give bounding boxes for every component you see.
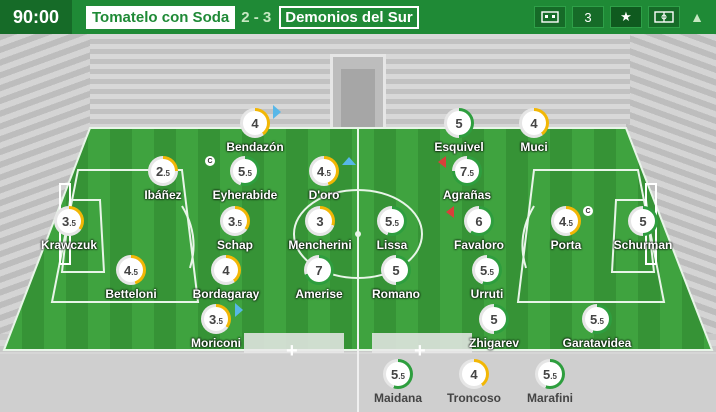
- pitch-icon[interactable]: [648, 6, 680, 28]
- player-rating-value: 5.5: [386, 362, 410, 386]
- player-rating-badge: 3: [305, 206, 335, 236]
- player-rating-value: 2.5: [151, 159, 175, 183]
- sub-out-flag-icon: [438, 156, 446, 168]
- player-name: Agrañas: [442, 188, 492, 202]
- star-label: ★: [620, 9, 632, 24]
- captain-badge-icon: C: [583, 206, 593, 216]
- sub-in-flag-icon: [235, 303, 243, 317]
- player-rating-badge: 5.5: [582, 304, 612, 334]
- player-rating-value: 5.5: [475, 258, 499, 282]
- player-name: Moriconi: [191, 336, 241, 350]
- away-team-name[interactable]: Demonios del Sur: [279, 5, 419, 29]
- player-rating-value: 4.5: [554, 209, 578, 233]
- player-name: Urruti: [470, 287, 504, 301]
- shirt-number-icon[interactable]: 3: [572, 6, 604, 28]
- player-rating-value: 4: [243, 111, 267, 135]
- player-rating-value: 5.5: [233, 159, 257, 183]
- player-rating-value: 3: [308, 209, 332, 233]
- match-clock: 90:00: [0, 0, 72, 34]
- sub-out-flag-icon: [446, 206, 454, 218]
- player-rating-badge: 5: [381, 255, 411, 285]
- player-rating-badge: 5.5: [383, 359, 413, 389]
- player-rating-value: 5: [384, 258, 408, 282]
- player-rating-badge: 3.5: [54, 206, 84, 236]
- player-rating-value: 5.5: [585, 307, 609, 331]
- player-rating-value: 5.5: [538, 362, 562, 386]
- player-name: Muci: [520, 140, 548, 154]
- player-token[interactable]: 7.5 Agrañas: [407, 156, 527, 202]
- player-rating-badge: 7.5: [452, 156, 482, 186]
- player-rating-badge: 5.5: [535, 359, 565, 389]
- player-token[interactable]: 5.5 Marafini: [490, 359, 610, 405]
- player-rating-badge: 3.5: [220, 206, 250, 236]
- player-rating-badge: 5: [444, 108, 474, 138]
- chevron-up-icon[interactable]: ▲: [686, 6, 708, 28]
- match-score: 2 - 3: [241, 8, 272, 26]
- player-rating-value: 5: [482, 307, 506, 331]
- player-rating-badge: 4: [211, 255, 241, 285]
- player-rating-value: 6: [467, 209, 491, 233]
- player-rating-value: 4: [462, 362, 486, 386]
- player-rating-value: 4: [522, 111, 546, 135]
- player-rating-badge: 2.5: [148, 156, 178, 186]
- player-rating-badge: 4.5: [551, 206, 581, 236]
- player-name: Zhigarev: [468, 336, 519, 350]
- shirt-number-label: 3: [584, 9, 592, 25]
- match-header: 90:00 Tomatelo con Soda 2 - 3 Demonios d…: [0, 0, 716, 34]
- player-name: Krawczuk: [40, 238, 98, 252]
- player-token[interactable]: 4 Muci: [474, 108, 594, 154]
- player-rating-badge: 4: [240, 108, 270, 138]
- sub-in-flag-icon: [273, 105, 281, 119]
- home-add-substitute-button[interactable]: +: [286, 340, 298, 363]
- player-rating-badge: 4.5: [116, 255, 146, 285]
- view-toolbar: 3 ★ ▲: [534, 6, 708, 28]
- player-rating-badge: 4.5: [309, 156, 339, 186]
- player-rating-value: 7: [307, 258, 331, 282]
- player-rating-badge: 4: [519, 108, 549, 138]
- star-icon[interactable]: ★: [610, 6, 642, 28]
- player-rating-badge: 5: [628, 206, 658, 236]
- player-rating-badge: 5.5: [377, 206, 407, 236]
- player-rating-value: 4.5: [119, 258, 143, 282]
- player-rating-badge: 5.5: [230, 156, 260, 186]
- player-rating-value: 5: [447, 111, 471, 135]
- player-rating-badge: 4: [459, 359, 489, 389]
- player-token[interactable]: 5.5 Garatavidea: [537, 304, 657, 350]
- player-name: D'oro: [308, 188, 340, 202]
- player-rating-badge: 5: [479, 304, 509, 334]
- player-token[interactable]: 5 Zhigarev: [434, 304, 554, 350]
- player-token[interactable]: 5 Schurman: [583, 206, 703, 252]
- player-token[interactable]: 3.5 Moriconi: [156, 304, 276, 350]
- player-token[interactable]: 3.5 Krawczuk: [9, 206, 129, 252]
- sub-in-flag-icon: [342, 157, 356, 165]
- player-name: Marafini: [526, 391, 573, 405]
- player-rating-value: 5.5: [380, 209, 404, 233]
- player-rating-badge: 3.5: [201, 304, 231, 334]
- player-rating-badge: 5.5: [472, 255, 502, 285]
- player-rating-value: 5: [631, 209, 655, 233]
- player-rating-value: 7.5: [455, 159, 479, 183]
- player-rating-badge: 7: [304, 255, 334, 285]
- formation-board-icon[interactable]: [534, 6, 566, 28]
- player-name: Garatavidea: [562, 336, 632, 350]
- player-token[interactable]: 4 Bendazón: [195, 108, 315, 154]
- player-name: Bendazón: [226, 140, 284, 154]
- player-rating-value: 3.5: [204, 307, 228, 331]
- player-rating-value: 3.5: [223, 209, 247, 233]
- captain-badge-icon: C: [205, 156, 215, 166]
- player-rating-value: 4.5: [312, 159, 336, 183]
- player-rating-value: 4: [214, 258, 238, 282]
- player-name: Schurman: [613, 238, 673, 252]
- player-token[interactable]: 4.5 D'oro: [264, 156, 384, 202]
- home-team-name[interactable]: Tomatelo con Soda: [86, 5, 236, 29]
- player-rating-badge: 6: [464, 206, 494, 236]
- player-rating-value: 3.5: [57, 209, 81, 233]
- player-token[interactable]: 5.5 Urruti: [427, 255, 547, 301]
